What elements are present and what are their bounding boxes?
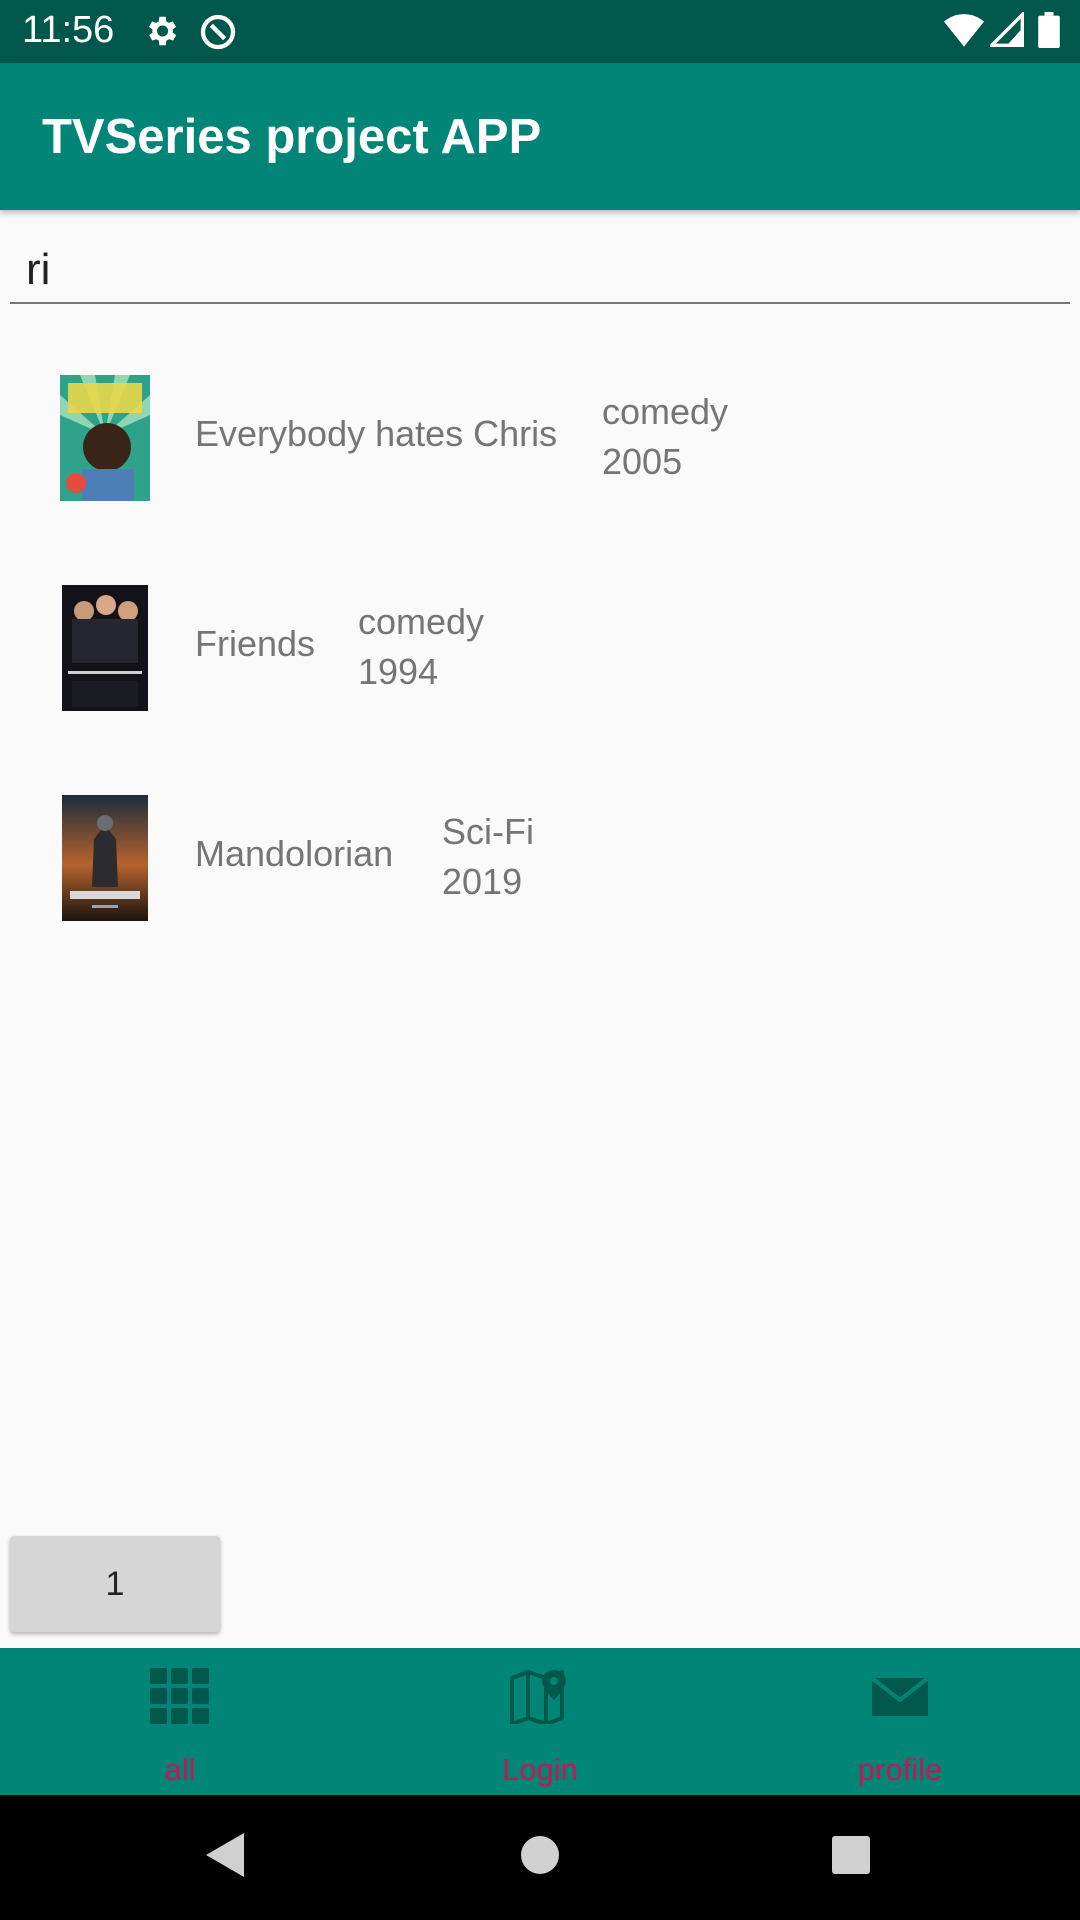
- series-year: 2019: [442, 861, 523, 902]
- poster-image: [60, 375, 150, 501]
- series-year: 1994: [358, 651, 439, 692]
- system-nav-bar: [0, 1795, 1080, 1920]
- search-input[interactable]: [10, 238, 1070, 304]
- series-genre: Sci-Fi: [442, 811, 534, 852]
- app-bar: TVSeries project APP: [0, 63, 1080, 210]
- nav-item-login[interactable]: Login: [360, 1648, 720, 1795]
- poster-image: [62, 585, 148, 711]
- list-item[interactable]: Everybody hates Chris comedy 2005: [0, 345, 1080, 545]
- home-icon[interactable]: [520, 1831, 560, 1879]
- no-sync-icon: [200, 14, 236, 50]
- nav-label-profile: profile: [857, 1752, 943, 1787]
- mail-icon: [870, 1676, 930, 1716]
- wifi-icon: [944, 14, 984, 47]
- map-icon: [510, 1670, 566, 1724]
- nav-label-all: all: [164, 1752, 196, 1787]
- status-time: 11:56: [22, 9, 115, 51]
- series-title: Everybody hates Chris: [195, 413, 558, 454]
- series-meta: Sci-Fi 2019: [442, 807, 534, 907]
- series-title: Mandolorian: [195, 833, 394, 874]
- nav-label-login: Login: [502, 1752, 578, 1787]
- list-item[interactable]: Mandolorian Sci-Fi 2019: [0, 765, 1080, 965]
- nav-item-profile[interactable]: profile: [720, 1648, 1080, 1795]
- gear-icon: [148, 16, 177, 46]
- series-meta: comedy 1994: [358, 597, 484, 697]
- app-title: TVSeries project APP: [42, 110, 542, 164]
- series-meta: comedy 2005: [602, 387, 728, 487]
- poster-image: [62, 795, 148, 921]
- series-genre: comedy: [602, 391, 729, 432]
- nav-item-all[interactable]: all: [0, 1648, 360, 1795]
- page-button[interactable]: 1: [10, 1536, 220, 1632]
- grid-icon: [150, 1668, 209, 1724]
- status-bar: 11:56: [0, 0, 1080, 63]
- series-year: 2005: [602, 441, 683, 482]
- list-item[interactable]: Friends comedy 1994: [0, 555, 1080, 755]
- series-title: Friends: [195, 623, 316, 664]
- bottom-nav: all Login profile: [0, 1648, 1080, 1795]
- back-icon[interactable]: [204, 1831, 246, 1879]
- signal-icon: [990, 12, 1024, 47]
- recents-icon[interactable]: [830, 1831, 872, 1879]
- series-genre: comedy: [358, 601, 485, 642]
- battery-icon: [1038, 12, 1060, 48]
